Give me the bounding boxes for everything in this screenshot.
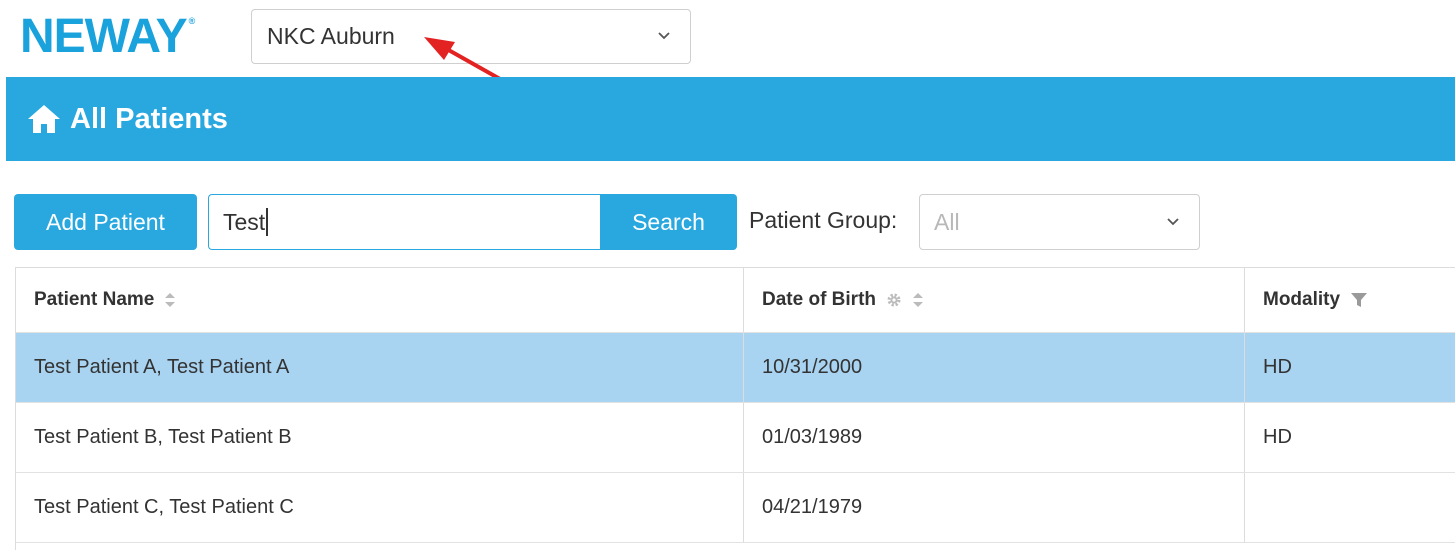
patient-name-cell[interactable]: Test Patient A, Test Patient A [16,333,744,402]
add-patient-button[interactable]: Add Patient [14,194,197,250]
page-title: All Patients [70,102,228,135]
column-header-label: Date of Birth [762,289,876,310]
date-of-birth-cell: 04/21/1979 [744,473,1245,542]
sort-icon[interactable] [164,292,176,308]
search-input[interactable]: Test [208,194,602,250]
sort-icon[interactable] [912,292,924,308]
clinic-select[interactable]: NKC Auburn [251,9,691,64]
neway-logo: NEWAY ® [20,9,196,63]
patient-group-label: Patient Group: [749,207,898,233]
gear-icon[interactable] [886,292,902,308]
patient-name-cell[interactable]: Test Patient B, Test Patient B [16,403,744,472]
chevron-down-icon [658,32,670,40]
logo-text: NEWAY [20,9,188,63]
page-banner: All Patients [6,77,1455,161]
table-row[interactable]: Test Patient A, Test Patient A 10/31/200… [16,333,1455,403]
column-header-label: Patient Name [34,289,155,310]
text-cursor [266,208,269,236]
modality-cell: HD [1263,426,1292,448]
patient-group-select[interactable]: All [919,194,1200,250]
filter-icon[interactable] [1350,292,1368,308]
trademark-symbol: ® [188,16,196,26]
date-of-birth-cell: 10/31/2000 [744,333,1245,402]
modality-cell [1245,473,1455,542]
clinic-select-value: NKC Auburn [267,23,395,49]
home-icon[interactable] [26,104,62,134]
patient-name-cell[interactable]: Test Patient C, Test Patient C [16,473,744,542]
patients-table: Patient Name Date of Birth Modality Test… [15,267,1455,550]
patient-group-value: All [934,208,960,235]
column-header-patient-name[interactable]: Patient Name [16,268,744,332]
table-row[interactable]: Test Patient B, Test Patient B 01/03/198… [16,403,1455,473]
modality-cell: HD [1263,356,1292,378]
table-header-row: Patient Name Date of Birth Modality [16,268,1455,333]
table-row[interactable]: Test Patient C, Test Patient C 04/21/197… [16,473,1455,543]
search-button[interactable]: Search [600,194,737,250]
column-header-label: Modality [1263,289,1341,310]
column-header-date-of-birth[interactable]: Date of Birth [744,268,1245,332]
search-input-value: Test [223,208,266,235]
column-header-modality[interactable]: Modality [1245,268,1455,332]
chevron-down-icon [1167,218,1179,226]
date-of-birth-cell: 01/03/1989 [744,403,1245,472]
